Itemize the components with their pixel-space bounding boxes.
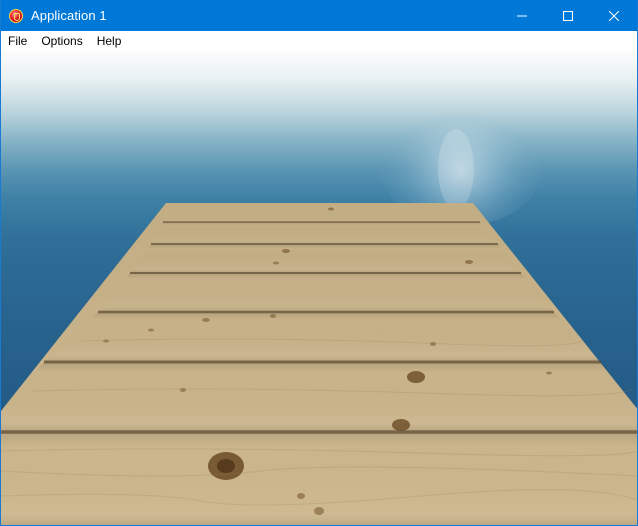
maximize-button[interactable] [545,0,591,31]
scene-canvas [1,116,637,525]
menu-help[interactable]: Help [90,31,129,51]
3d-viewport[interactable] [1,51,637,525]
close-button[interactable] [591,0,637,31]
menu-file[interactable]: File [1,31,34,51]
minimize-button[interactable] [499,0,545,31]
minimize-icon [517,15,527,16]
menu-bar: File Options Help [1,31,637,51]
menu-options[interactable]: Options [34,31,89,51]
plank-shading [1,222,637,525]
water-ripple [438,129,474,209]
title-bar[interactable]: Application 1 [1,0,637,31]
window-title: Application 1 [31,8,107,23]
close-icon [609,10,619,21]
app-icon[interactable] [9,8,23,23]
maximize-icon [563,10,573,21]
application-window: Application 1 File Options Help [0,0,638,526]
window-controls [499,0,637,31]
